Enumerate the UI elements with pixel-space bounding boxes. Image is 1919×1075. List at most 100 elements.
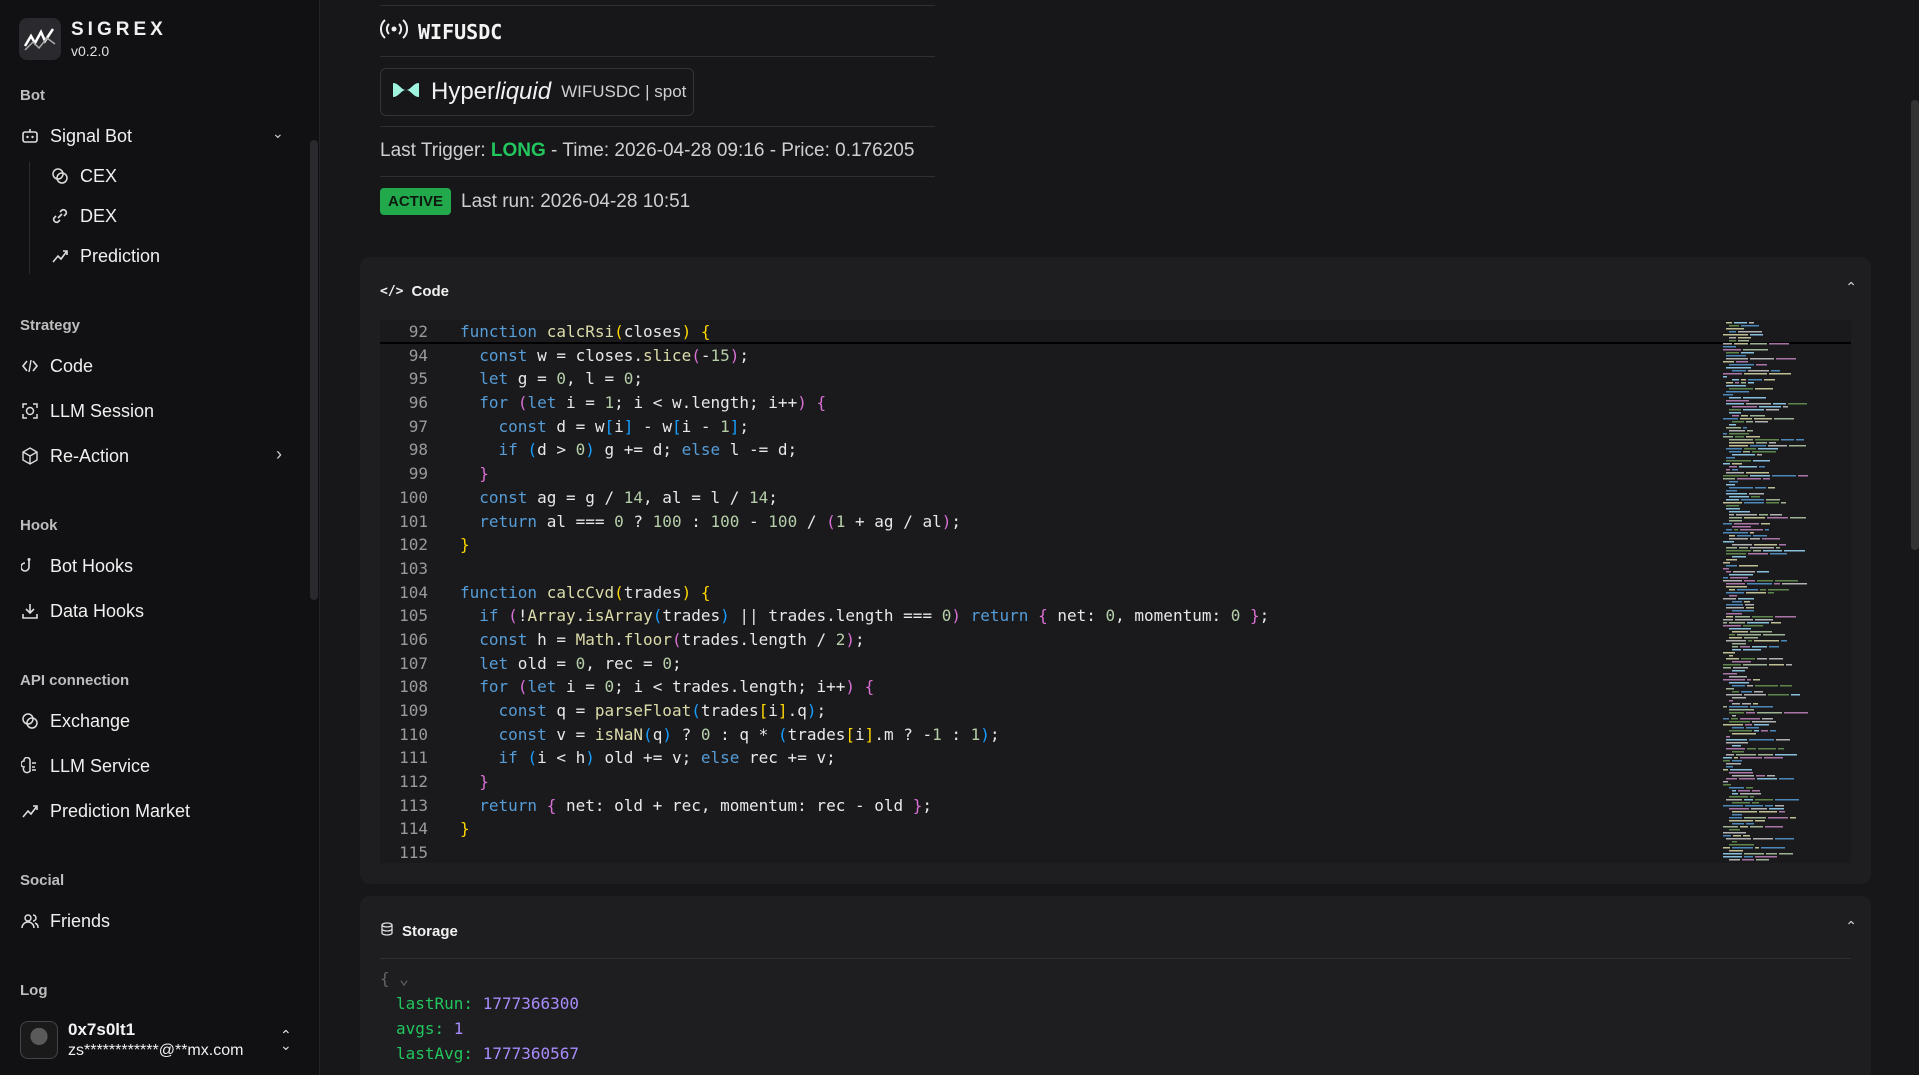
code-text: for (let i = 0; i < trades.length; i++) … [479,677,875,697]
sidebar-item-signal-bot[interactable]: Signal Bot [20,121,132,151]
sidebar-item-friends[interactable]: Friends [20,906,110,936]
code-line[interactable]: 112 } [380,770,1851,794]
chevron-up-icon[interactable]: ⌃ [1845,918,1857,935]
sidebar-item-cex[interactable]: CEX [50,161,117,191]
line-number: 108 [399,677,428,697]
bot-icon [20,126,40,146]
code-line[interactable]: 108 for (let i = 0; i < trades.length; i… [380,675,1851,699]
code-text: } [479,772,489,792]
sigrex-logo-icon [19,18,61,60]
scan-face-icon [20,401,40,421]
code-text: return al === 0 ? 100 : 100 - 100 / (1 +… [479,511,961,531]
code-line[interactable]: 107 let old = 0, rec = 0; [380,652,1851,676]
code-line[interactable]: 96 for (let i = 1; i < w.length; i++) { [380,391,1851,415]
sidebar-item-code[interactable]: Code [20,351,93,381]
code-icon: </> [380,284,404,299]
sidebar-item-data-hooks[interactable]: Data Hooks [20,596,144,626]
code-line[interactable]: 115 [380,841,1851,863]
hook-icon [20,556,40,576]
storage-panel-header[interactable]: Storage [380,922,458,940]
code-line[interactable]: 104 function calcCvd(trades) { [380,581,1851,605]
code-text: if (!Array.isArray(trades) || trades.len… [479,606,1270,626]
exchange-badge[interactable]: Hyperliquid WIFUSDC | spot [380,68,694,116]
code-text: const ag = g / 14, al = l / 14; [479,487,778,507]
code-line[interactable]: 109 const q = parseFloat(trades[i].q); [380,699,1851,723]
code-line[interactable]: 94 const w = closes.slice(-15); [380,344,1851,368]
line-number: 115 [399,843,428,863]
user-email: zs************@**mx.com [68,1042,244,1059]
code-line[interactable]: 111 if (i < h) old += v; else rec += v; [380,746,1851,770]
last-trigger: Last Trigger: LONG - Time: 2026-04-28 09… [380,140,915,161]
line-number: 107 [399,653,428,673]
code-line[interactable]: 98 if (d > 0) g += d; else l -= d; [380,438,1851,462]
exchange-name: Hyperliquid [431,78,552,105]
chevron-up-icon[interactable]: ⌃ [1845,279,1857,296]
code-line[interactable]: 103 [380,557,1851,581]
divider [380,56,935,57]
sidebar-item-label: LLM Session [50,400,155,421]
code-text: let g = 0, l = 0; [479,369,644,389]
link-icon [50,206,70,226]
sidebar-item-prediction[interactable]: Prediction [50,241,160,271]
storage-entry: avgs: 1 [396,1019,464,1038]
coins-icon [20,711,40,731]
line-number: 113 [399,795,428,815]
code-line[interactable]: 95 let g = 0, l = 0; [380,367,1851,391]
line-number: 94 [408,345,428,365]
code-panel-header[interactable]: </> Code [380,283,449,300]
chevron-right-icon[interactable]: › [276,444,282,465]
sidebar-item-label: Prediction Market [50,800,191,821]
code-line[interactable]: 110 const v = isNaN(q) ? 0 : q * (trades… [380,723,1851,747]
code-editor[interactable]: 92 function calcRsi(closes) {94 const w =… [380,320,1851,863]
code-line[interactable]: 102} [380,533,1851,557]
trigger-side: LONG [490,140,546,161]
line-number: 111 [399,748,428,768]
line-number: 114 [399,819,428,839]
sidebar-item-label: LLM Service [50,755,151,776]
main-scrollbar[interactable] [1911,100,1919,550]
sidebar-item-exchange[interactable]: Exchange [20,706,130,736]
code-minimap[interactable] [1721,320,1811,863]
sidebar-item-label: Code [50,355,94,376]
code-line[interactable]: 100 const ag = g / 14, al = l / 14; [380,486,1851,510]
code-line[interactable]: 97 const d = w[i] - w[i - 1]; [380,415,1851,439]
panel-title: Code [411,283,449,300]
line-number: 112 [399,772,428,792]
code-line[interactable]: 114} [380,817,1851,841]
section-social: Social [20,872,65,889]
sidebar-item-bot-hooks[interactable]: Bot Hooks [20,551,133,581]
code-text: function calcCvd(trades) { [460,582,711,602]
brain-icon [20,756,40,776]
chevron-down-icon[interactable]: ⌄ [272,125,284,142]
sidebar-item-prediction-market[interactable]: Prediction Market [20,796,190,826]
code-line[interactable]: 92 function calcRsi(closes) { [380,320,1851,344]
line-number: 110 [399,724,428,744]
sidebar-item-dex[interactable]: DEX [50,201,117,231]
last-run: Last run: 2026-04-28 10:51 [461,190,691,212]
sidebar-scrollbar[interactable] [310,140,318,600]
code-line[interactable]: 101 return al === 0 ? 100 : 100 - 100 / … [380,510,1851,534]
download-icon [20,601,40,621]
code-line[interactable]: 105 if (!Array.isArray(trades) || trades… [380,604,1851,628]
storage-json: { ⌄ lastRun: 1777366300 avgs: 1 lastAvg: 1… [380,966,579,1066]
user-menu[interactable]: 0x7s0lt1 zs************@**mx.com [20,1020,243,1060]
code-text: const d = w[i] - w[i - 1]; [498,416,750,436]
coins-icon [50,166,70,186]
divider [380,126,935,127]
storage-entry: lastAvg: 1777360567 [396,1044,580,1063]
panel-title: Storage [402,922,458,940]
chevrons-up-down-icon[interactable]: ⌃ ⌄ [280,1028,292,1052]
line-number: 96 [408,393,428,413]
code-line[interactable]: 106 const h = Math.floor(trades.length /… [380,628,1851,652]
sidebar-item-reaction[interactable]: Re-Action [20,441,129,471]
code-text: function calcRsi(closes) { [460,322,711,341]
sidebar-item-llm-service[interactable]: LLM Service [20,751,150,781]
code-line[interactable]: 113 return { net: old + rec, momentum: r… [380,794,1851,818]
sidebar-item-label: Exchange [50,710,131,731]
page-title: WIFUSDC [418,19,503,44]
sidebar-item-llm-session[interactable]: LLM Session [20,396,154,426]
line-number: 97 [408,416,428,436]
code-line[interactable]: 99 } [380,462,1851,486]
app-logo[interactable]: SIGREX v0.2.0 [19,18,167,60]
line-number: 106 [399,629,428,649]
